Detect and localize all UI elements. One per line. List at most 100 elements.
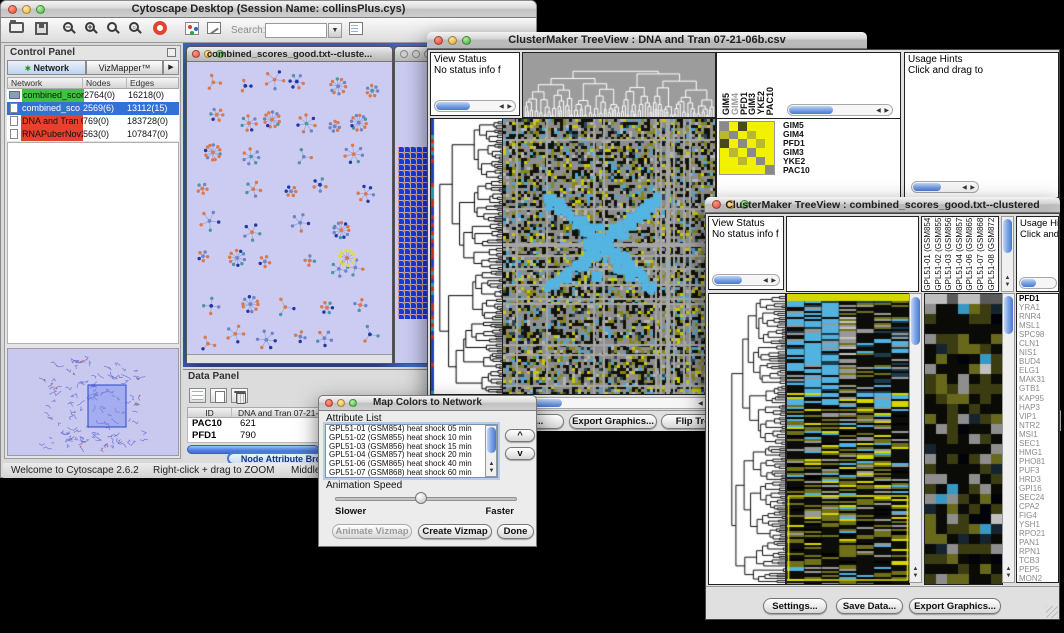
move-down-button[interactable]: v [505, 447, 535, 460]
matrix-cell[interactable] [738, 148, 747, 157]
gene-label[interactable]: MSL1 [1017, 321, 1058, 330]
col-id[interactable]: ID [188, 408, 232, 418]
matrix-cell[interactable] [738, 139, 747, 148]
treeview1-titlebar[interactable]: ClusterMaker TreeView : DNA and Tran 07-… [427, 32, 867, 49]
save-session-icon[interactable] [35, 22, 48, 35]
network-view-frame[interactable]: combined_scores_good.txt--cluste... [186, 46, 393, 364]
gene-label[interactable]: NIS1 [1017, 348, 1058, 357]
vertical-scrollbar[interactable]: ▲▼ [1002, 293, 1015, 583]
gene-label[interactable]: MSI1 [1017, 430, 1058, 439]
vertical-scrollbar[interactable]: ▲▼ [485, 425, 497, 477]
column-dendrogram[interactable] [522, 52, 716, 118]
attribute-browser-icon[interactable] [349, 22, 363, 35]
matrix-cell[interactable] [765, 131, 774, 140]
matrix-cell[interactable] [765, 157, 774, 166]
gene-label[interactable]: MON2 [1017, 574, 1058, 583]
matrix-cell[interactable] [738, 157, 747, 166]
gene-label[interactable]: RPN1 [1017, 547, 1058, 556]
matrix-cell[interactable] [756, 139, 765, 148]
array-column-label[interactable]: GPL51-03 (GSM856) [944, 216, 954, 291]
gene-label[interactable]: PHO81 [1017, 457, 1058, 466]
array-column-label[interactable]: GPL51-08 (GSM872) [987, 216, 997, 291]
create-vizmap-button[interactable]: Create Vizmap [418, 524, 492, 539]
matrix-cell[interactable] [729, 148, 738, 157]
delete-attribute-icon[interactable] [231, 388, 248, 403]
matrix-row-label[interactable]: PAC10 [783, 166, 810, 175]
gene-label[interactable]: CPA2 [1017, 502, 1058, 511]
matrix-cell[interactable] [720, 157, 729, 166]
matrix-cell[interactable] [765, 122, 774, 131]
matrix-cell[interactable] [765, 139, 774, 148]
col-network[interactable]: Network [8, 78, 83, 88]
search-dropdown-icon[interactable]: ▼ [328, 23, 342, 38]
vizmapper-icon[interactable] [185, 22, 199, 35]
matrix-cell[interactable] [720, 165, 729, 174]
gene-label[interactable]: SPC98 [1017, 330, 1058, 339]
zoom-heatmap[interactable] [924, 293, 1003, 585]
gene-label[interactable]: SEC24 [1017, 493, 1058, 502]
network-table-header[interactable]: NetworkNodesEdges [7, 77, 179, 89]
horizontal-scrollbar[interactable] [1019, 277, 1057, 289]
matrix-cell[interactable] [756, 157, 765, 166]
gene-label[interactable]: YRA1 [1017, 303, 1058, 312]
row-dendrogram[interactable] [430, 118, 504, 395]
done-button[interactable]: Done [497, 524, 534, 539]
gene-label[interactable]: RNR4 [1017, 312, 1058, 321]
vertical-scrollbar[interactable]: ▲▼ [909, 293, 922, 583]
export-graphics-button[interactable]: Export Graphics... [569, 414, 657, 429]
horizontal-scrollbar[interactable]: ◀ ▶ [712, 274, 780, 286]
save-data-button[interactable]: Save Data... [836, 598, 903, 614]
gene-label[interactable]: RPO21 [1017, 529, 1058, 538]
matrix-cell[interactable] [729, 139, 738, 148]
new-attribute-icon[interactable] [210, 388, 227, 403]
matrix-column-label[interactable]: PAC10 [766, 87, 775, 115]
gene-label[interactable]: HMG1 [1017, 448, 1058, 457]
float-panel-icon[interactable] [167, 48, 176, 57]
matrix-cell[interactable] [747, 131, 756, 140]
gene-label[interactable]: YSH1 [1017, 520, 1058, 529]
vertical-scrollbar[interactable]: ▲▼ [1001, 216, 1014, 292]
global-heatmap[interactable] [786, 293, 910, 585]
matrix-cell[interactable] [756, 131, 765, 140]
matrix-cell[interactable] [729, 157, 738, 166]
matrix-cell[interactable] [747, 148, 756, 157]
close-button[interactable] [400, 50, 408, 58]
array-column-label[interactable]: GPL51-06 (GSM865) [965, 216, 975, 291]
tab-vizmapper[interactable]: VizMapper™ [86, 60, 163, 75]
animate-vizmap-button[interactable]: Animate Vizmap [332, 524, 412, 539]
network-canvas[interactable] [187, 62, 392, 356]
array-column-label[interactable]: GPL51-07 (GSM868) [976, 216, 986, 291]
zoom-out-icon[interactable]: − [63, 22, 73, 32]
matrix-cell[interactable] [756, 122, 765, 131]
gene-label[interactable]: BUD4 [1017, 357, 1058, 366]
frame-titlebar[interactable]: combined_scores_good.txt--cluste... [187, 47, 392, 62]
speed-slider-thumb[interactable] [415, 492, 427, 504]
matrix-cell[interactable] [747, 165, 756, 174]
network-list-row[interactable]: combined_sco2569(6)13112(15) [7, 102, 179, 115]
network-list-row[interactable]: DNA and Tran 07769(0)183728(0) [7, 115, 179, 128]
gene-label[interactable]: KAP95 [1017, 394, 1058, 403]
gene-label[interactable]: TCB3 [1017, 556, 1058, 565]
matrix-cell[interactable] [756, 148, 765, 157]
zoom-in-icon[interactable]: + [85, 22, 95, 32]
export-graphics-button[interactable]: Export Graphics... [909, 598, 1001, 614]
column-tree-panel[interactable] [786, 216, 919, 292]
gene-label[interactable]: PAN1 [1017, 538, 1058, 547]
select-attributes-icon[interactable] [189, 388, 206, 403]
overview-map[interactable] [8, 349, 178, 455]
gene-label[interactable]: PUF3 [1017, 466, 1058, 475]
zoom-selected-icon[interactable] [107, 22, 117, 32]
global-heatmap[interactable] [502, 118, 716, 395]
col-edges[interactable]: Edges [127, 78, 175, 88]
array-column-label[interactable]: GPL51-04 (GSM857) [955, 216, 965, 291]
attribute-list-item[interactable]: GPL51-07 (GSM868) heat shock 60 min [326, 469, 486, 478]
network-list-row[interactable]: RNAPuberNov2+1563(0)107847(0) [7, 128, 179, 141]
network-list-row[interactable]: combined_scores2764(0)16218(0) [7, 89, 179, 102]
gene-label[interactable]: NTR2 [1017, 421, 1058, 430]
dialog-titlebar[interactable]: Map Colors to Network [319, 396, 536, 411]
annotation-icon[interactable] [207, 22, 221, 34]
gene-label[interactable]: GTB1 [1017, 384, 1058, 393]
matrix-cell[interactable] [720, 148, 729, 157]
horizontal-scrollbar[interactable] [187, 354, 392, 363]
matrix-cell[interactable] [729, 165, 738, 174]
